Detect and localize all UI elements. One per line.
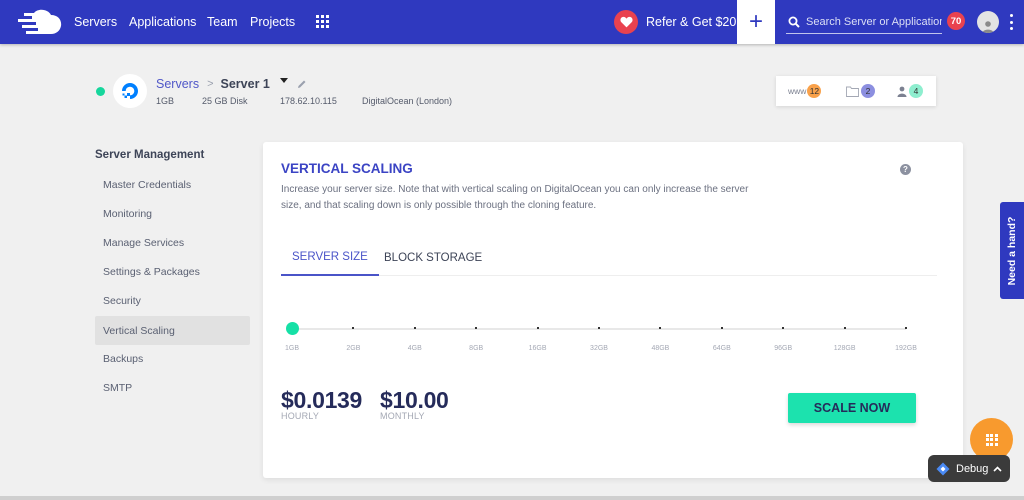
applications-counter[interactable]: www 12 (788, 84, 822, 98)
user-icon (897, 86, 907, 97)
slider-tick[interactable] (720, 327, 723, 329)
slider-tick-label: 96GB (774, 345, 793, 352)
slider-tick[interactable] (475, 327, 478, 329)
vertical-scaling-panel: VERTICAL SCALING Increase your server si… (263, 142, 963, 478)
need-a-hand-tab[interactable]: Need a hand? (1000, 202, 1024, 299)
server-location: DigitalOcean (London) (362, 96, 453, 106)
breadcrumb-separator: > (207, 78, 214, 90)
server-status-indicator (96, 87, 105, 96)
breadcrumb-servers-link[interactable]: Servers (156, 77, 199, 91)
breadcrumb: Servers > Server 1 (156, 77, 307, 91)
tab-block-storage[interactable]: BLOCK STORAGE (384, 240, 482, 276)
slider-tick[interactable] (843, 327, 846, 329)
sidebar-title: Server Management (95, 149, 205, 161)
slider-tick-label: 48GB (651, 345, 670, 352)
apps-grid-icon[interactable] (316, 15, 329, 28)
help-icon[interactable]: ? (900, 164, 911, 175)
chevron-up-icon (993, 465, 1002, 472)
cloudways-logo-icon[interactable] (14, 9, 62, 35)
sidebar-item-smtp[interactable]: SMTP (95, 373, 250, 402)
server-size-slider[interactable] (286, 322, 907, 335)
panel-description: Increase your server size. Note that wit… (281, 184, 749, 211)
add-button[interactable]: + (737, 0, 775, 44)
server-counters: www 12 2 4 (776, 76, 936, 106)
search-input[interactable] (806, 15, 942, 28)
sidebar-item-master-credentials[interactable]: Master Credentials (95, 170, 250, 199)
slider-tick[interactable] (413, 327, 416, 329)
refer-button[interactable]: Refer & Get $20 (614, 10, 736, 34)
heart-icon (614, 10, 638, 34)
www-icon: www (788, 86, 807, 96)
grid-icon (985, 433, 998, 446)
nav-projects[interactable]: Projects (250, 15, 295, 29)
nav-team[interactable]: Team (207, 15, 238, 29)
slider-tick-label: 192GB (895, 345, 917, 352)
scaling-tabs: SERVER SIZE BLOCK STORAGE (281, 240, 937, 276)
slider-tick[interactable] (905, 327, 907, 329)
slider-tick-label: 1GB (284, 345, 300, 352)
applications-count: 12 (807, 84, 822, 98)
slider-tick[interactable] (352, 327, 355, 329)
panel-title: VERTICAL SCALING (281, 161, 413, 176)
slider-tick-label: 64GB (712, 345, 731, 352)
folders-counter[interactable]: 2 (846, 84, 875, 98)
sidebar-item-security[interactable]: Security (95, 286, 250, 315)
sidebar-item-monitoring[interactable]: Monitoring (95, 199, 250, 228)
nav-servers[interactable]: Servers (74, 15, 117, 29)
scale-now-button[interactable]: SCALE NOW (788, 393, 916, 423)
slider-tick-label: 2GB (346, 345, 361, 352)
slider-tick-label: 128GB (833, 345, 856, 352)
user-icon (982, 21, 994, 33)
folders-count: 2 (861, 84, 875, 98)
slider-tick[interactable] (536, 327, 539, 329)
search-box[interactable] (786, 10, 942, 34)
tag-manager-diamond-icon (936, 462, 950, 475)
server-size: 1GB (156, 96, 175, 106)
slider-tick-label: 8GB (469, 345, 484, 352)
debug-button[interactable]: Debug (928, 455, 1010, 482)
edit-pencil-icon[interactable] (297, 79, 307, 89)
sidebar-item-settings-packages[interactable]: Settings & Packages (95, 257, 250, 286)
server-ip: 178.62.10.115 (280, 96, 337, 106)
hourly-label: HOURLY (281, 411, 320, 421)
slider-tick[interactable] (659, 327, 662, 329)
users-counter[interactable]: 4 (897, 84, 923, 98)
slider-knob[interactable] (286, 322, 299, 335)
nav-applications[interactable]: Applications (129, 15, 196, 29)
avatar[interactable] (977, 11, 999, 33)
slider-tick[interactable] (782, 327, 785, 329)
search-icon (788, 16, 800, 28)
tab-server-size[interactable]: SERVER SIZE (281, 240, 379, 276)
need-a-hand-label: Need a hand? (1006, 216, 1018, 285)
refer-label: Refer & Get $20 (646, 15, 737, 29)
debug-label: Debug (956, 462, 989, 475)
bottom-scrollbar (0, 496, 1024, 500)
slider-tick-label: 4GB (407, 345, 422, 352)
hourly-price: $0.0139 (281, 387, 363, 413)
sidebar-item-backups[interactable]: Backups (95, 344, 250, 373)
slider-tick-label: 32GB (590, 345, 608, 352)
monthly-price: $10.00 (380, 387, 449, 413)
kebab-menu-icon[interactable] (1010, 14, 1014, 30)
notifications-badge[interactable]: 70 (947, 12, 965, 30)
slider-tick[interactable] (598, 327, 600, 329)
server-disk: 25 GB Disk (202, 96, 248, 106)
sidebar-item-vertical-scaling[interactable]: Vertical Scaling (95, 316, 250, 345)
server-name[interactable]: Server 1 (221, 77, 270, 91)
top-navigation-bar: Servers Applications Team Projects Refer… (0, 0, 1024, 44)
caret-down-icon[interactable] (279, 77, 288, 83)
slider-tick-label: 16GB (528, 345, 547, 352)
sidebar-item-manage-services[interactable]: Manage Services (95, 228, 250, 257)
folder-icon (846, 86, 859, 97)
digitalocean-logo-icon (113, 74, 147, 108)
monthly-label: MONTHLY (380, 411, 425, 421)
users-count: 4 (909, 84, 923, 98)
